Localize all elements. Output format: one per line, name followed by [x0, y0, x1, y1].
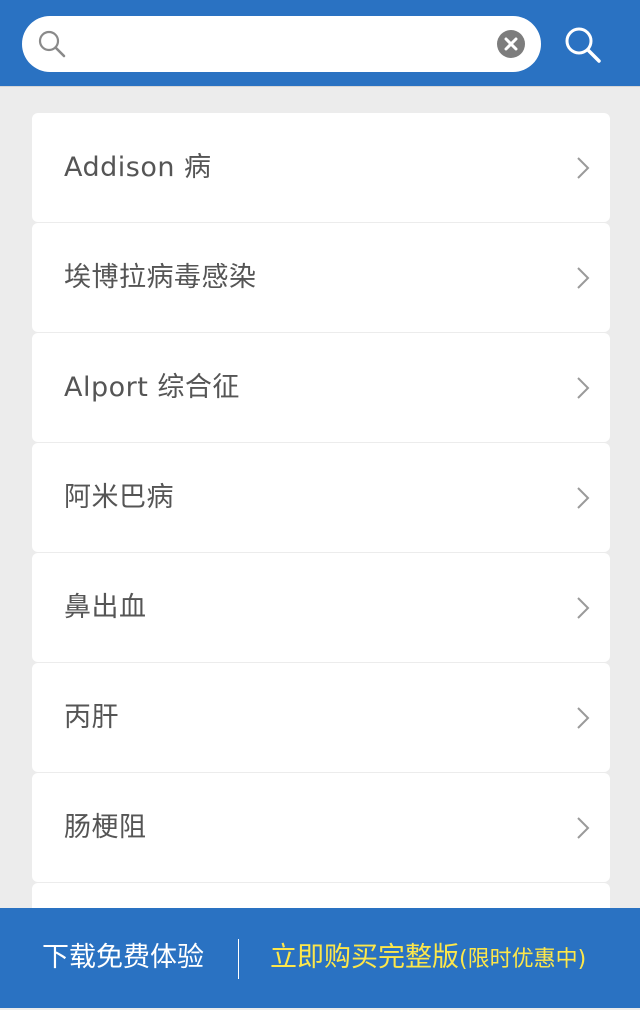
chevron-right-icon	[577, 487, 590, 509]
list-item[interactable]: Addison 病	[32, 113, 610, 222]
chevron-right-icon	[577, 817, 590, 839]
clear-icon[interactable]	[497, 30, 525, 58]
list-item-label: 埃博拉病毒感染	[64, 262, 257, 293]
bottom-bar: 下载免费体验 立即购买完整版(限时优惠中)	[0, 908, 640, 1008]
search-box[interactable]	[22, 16, 541, 72]
chevron-right-icon	[577, 377, 590, 399]
list-item[interactable]: 肠梗阻	[32, 773, 610, 882]
divider	[238, 939, 239, 979]
list-item-label: 肠梗阻	[64, 812, 147, 843]
list-item-label: Addison 病	[64, 152, 212, 183]
list-item-label: 鼻出血	[64, 592, 147, 623]
list-item[interactable]: Alport 综合征	[32, 333, 610, 442]
chevron-right-icon	[577, 267, 590, 289]
chevron-right-icon	[577, 157, 590, 179]
list-item-label: 阿米巴病	[64, 482, 174, 513]
promo-note: (限时优惠中)	[459, 947, 587, 972]
list-item-label: Alport 综合征	[64, 372, 240, 403]
buy-label: 立即购买完整版	[270, 942, 459, 973]
search-input[interactable]	[86, 24, 506, 64]
search-icon	[36, 28, 68, 64]
list-item[interactable]: 阿米巴病	[32, 443, 610, 552]
chevron-right-icon	[577, 597, 590, 619]
buy-full-version-button[interactable]: 立即购买完整版(限时优惠中)	[270, 908, 586, 1008]
list-item[interactable]: 埃博拉病毒感染	[32, 223, 610, 332]
search-icon	[565, 27, 601, 63]
list-item-label: 丙肝	[64, 702, 119, 733]
free-trial-button[interactable]: 下载免费体验	[42, 908, 204, 1008]
result-list: Addison 病 埃博拉病毒感染 Alport 综合征 阿米巴病 鼻出血 丙肝…	[32, 113, 610, 993]
list-item[interactable]: 丙肝	[32, 663, 610, 772]
search-button[interactable]	[562, 24, 604, 66]
list-item[interactable]: 鼻出血	[32, 553, 610, 662]
chevron-right-icon	[577, 707, 590, 729]
header-bar	[0, 0, 640, 87]
